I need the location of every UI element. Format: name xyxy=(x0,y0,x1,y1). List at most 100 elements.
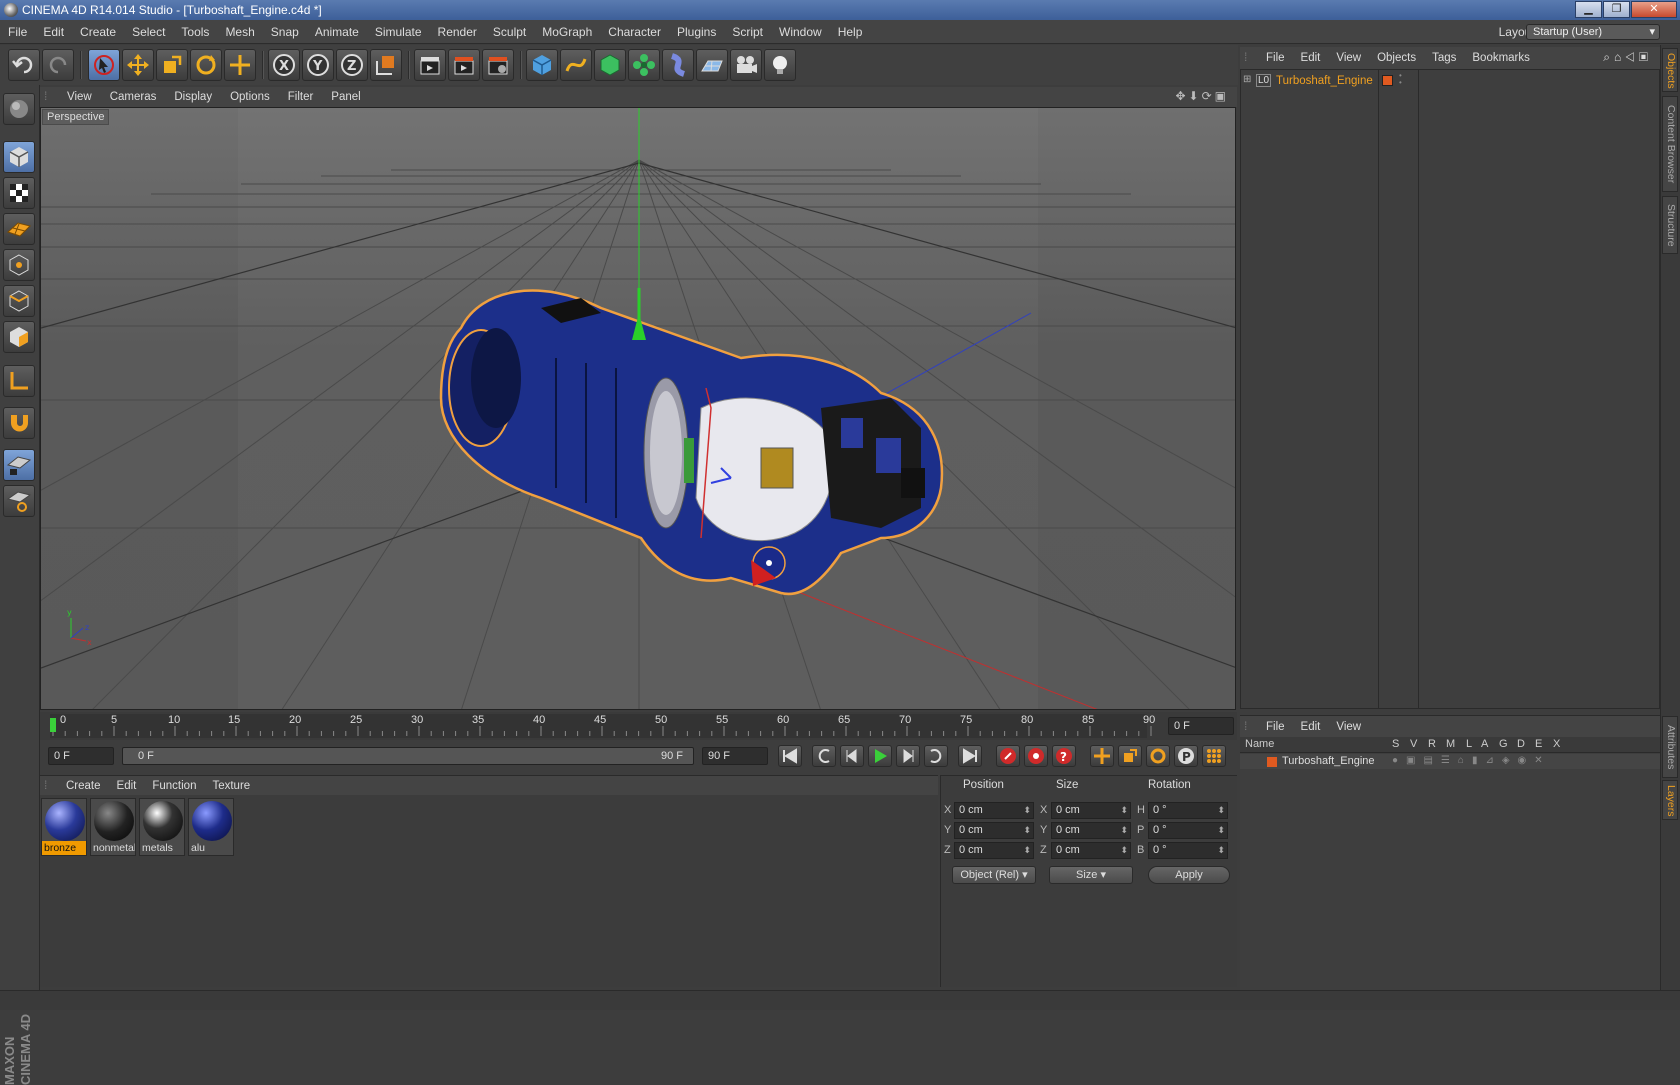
previous-key-button[interactable] xyxy=(812,745,836,767)
menu-mesh[interactable]: Mesh xyxy=(217,20,262,44)
menu-mograph[interactable]: MoGraph xyxy=(534,20,600,44)
end-frame-field[interactable]: 90 F xyxy=(702,747,768,765)
menu-plugins[interactable]: Plugins xyxy=(669,20,724,44)
menu-render[interactable]: Render xyxy=(430,20,485,44)
menu-sculpt[interactable]: Sculpt xyxy=(485,20,534,44)
material-alu[interactable]: alu xyxy=(188,798,234,856)
scale-button[interactable] xyxy=(156,49,188,81)
frame-range-slider[interactable]: 0 F 90 F xyxy=(122,747,694,765)
redo-button[interactable] xyxy=(42,49,74,81)
timeline-ruler[interactable]: 0 5 10 15 20 25 30 35 40 45 50 55 60 65 … xyxy=(40,712,1237,740)
material-bronze[interactable]: bronze xyxy=(41,798,87,856)
undo-button[interactable] xyxy=(8,49,40,81)
workplane-mode-button[interactable] xyxy=(3,213,35,245)
col-expressions[interactable]: E xyxy=(1535,738,1542,750)
material-menu-function[interactable]: Function xyxy=(144,776,204,796)
y-axis-lock-button[interactable]: Y xyxy=(302,49,334,81)
menu-snap[interactable]: Snap xyxy=(263,20,307,44)
auto-keying-button[interactable] xyxy=(1024,745,1048,767)
om-menu-file[interactable]: File xyxy=(1258,47,1293,69)
edge-mode-button[interactable] xyxy=(3,285,35,317)
maximize-button[interactable]: ❐ xyxy=(1603,1,1630,18)
key-position-button[interactable] xyxy=(1090,745,1114,767)
model-mode-button[interactable] xyxy=(3,141,35,173)
make-editable-button[interactable] xyxy=(3,93,35,125)
position-z-field[interactable]: 0 cm xyxy=(954,842,1034,859)
key-pla-button[interactable] xyxy=(1202,745,1226,767)
x-axis-lock-button[interactable]: X xyxy=(268,49,300,81)
coordinate-system-button[interactable] xyxy=(370,49,402,81)
om-menu-bookmarks[interactable]: Bookmarks xyxy=(1464,47,1538,69)
col-generators[interactable]: G xyxy=(1499,738,1508,750)
layer-color-icon[interactable] xyxy=(1267,757,1277,767)
subdivision-surface-button[interactable] xyxy=(594,49,626,81)
om-menu-tags[interactable]: Tags xyxy=(1424,47,1464,69)
3d-viewport[interactable]: y x z xyxy=(40,107,1236,710)
coordinate-mode-dropdown[interactable]: Object (Rel) ▾ xyxy=(952,866,1036,884)
col-animation[interactable]: A xyxy=(1481,738,1488,750)
om-search-icon[interactable]: ⌕⌂◁▣ xyxy=(1603,50,1652,65)
minimize-button[interactable]: ▁ xyxy=(1575,1,1602,18)
col-render[interactable]: R xyxy=(1428,738,1436,750)
render-settings-button[interactable] xyxy=(482,49,514,81)
planar-workplane-button[interactable] xyxy=(3,485,35,517)
record-keys-button[interactable] xyxy=(996,745,1020,767)
camera-button[interactable] xyxy=(730,49,762,81)
position-y-field[interactable]: 0 cm xyxy=(954,822,1034,839)
viewport-menu-cameras[interactable]: Cameras xyxy=(101,87,166,107)
material-tag-icon[interactable] xyxy=(1382,75,1393,86)
key-rotation-button[interactable] xyxy=(1146,745,1170,767)
viewport-menu-view[interactable]: View xyxy=(58,87,101,107)
layer-toggle-icons[interactable]: ●▣▤☰⌂▮⊿◈◉✕ xyxy=(1392,755,1551,766)
col-view[interactable]: V xyxy=(1410,738,1417,750)
lm-menu-file[interactable]: File xyxy=(1258,716,1293,738)
viewport-menu-display[interactable]: Display xyxy=(165,87,221,107)
tab-attributes[interactable]: Attributes xyxy=(1662,716,1678,778)
viewport-menu-panel[interactable]: Panel xyxy=(322,87,369,107)
size-x-field[interactable]: 0 cm xyxy=(1051,802,1131,819)
material-metals[interactable]: metals xyxy=(139,798,185,856)
render-picture-viewer-button[interactable] xyxy=(448,49,480,81)
axis-mode-button[interactable] xyxy=(3,365,35,397)
col-manager[interactable]: M xyxy=(1446,738,1455,750)
viewport-menu-options[interactable]: Options xyxy=(221,87,279,107)
material-nonmetal[interactable]: nonmetal xyxy=(90,798,136,856)
lm-menu-edit[interactable]: Edit xyxy=(1293,716,1329,738)
menu-character[interactable]: Character xyxy=(600,20,669,44)
previous-frame-button[interactable] xyxy=(840,745,864,767)
rotation-p-field[interactable]: 0 ° xyxy=(1148,822,1228,839)
tab-structure[interactable]: Structure xyxy=(1662,196,1678,254)
key-scale-button[interactable] xyxy=(1118,745,1142,767)
move-button[interactable] xyxy=(122,49,154,81)
z-axis-lock-button[interactable]: Z xyxy=(336,49,368,81)
material-menu-create[interactable]: Create xyxy=(58,776,109,796)
rotation-b-field[interactable]: 0 ° xyxy=(1148,842,1228,859)
point-mode-button[interactable] xyxy=(3,249,35,281)
col-locked[interactable]: L xyxy=(1466,738,1472,750)
locked-workplane-button[interactable] xyxy=(3,449,35,481)
texture-mode-button[interactable] xyxy=(3,177,35,209)
next-key-button[interactable] xyxy=(924,745,948,767)
size-mode-dropdown[interactable]: Size ▾ xyxy=(1049,866,1133,884)
spline-button[interactable] xyxy=(560,49,592,81)
om-menu-edit[interactable]: Edit xyxy=(1293,47,1329,69)
menu-edit[interactable]: Edit xyxy=(35,20,72,44)
menu-create[interactable]: Create xyxy=(72,20,124,44)
tab-layers[interactable]: Layers xyxy=(1662,780,1678,820)
viewport-nav-icons[interactable]: ✥⬇⟳▣ xyxy=(1175,89,1229,103)
menu-file[interactable]: File xyxy=(0,20,35,44)
material-menu-edit[interactable]: Edit xyxy=(109,776,145,796)
rotation-h-field[interactable]: 0 ° xyxy=(1148,802,1228,819)
next-frame-button[interactable] xyxy=(896,745,920,767)
key-parameter-button[interactable]: P xyxy=(1174,745,1198,767)
apply-button[interactable]: Apply xyxy=(1148,866,1230,884)
object-turboshaft-engine[interactable]: Turboshaft_Engine xyxy=(1276,75,1373,87)
snapping-button[interactable] xyxy=(3,407,35,439)
visibility-dots-icon[interactable]: • • xyxy=(1399,72,1402,87)
col-solo[interactable]: S xyxy=(1392,738,1399,750)
menu-simulate[interactable]: Simulate xyxy=(367,20,430,44)
deformer-button[interactable] xyxy=(662,49,694,81)
size-z-field[interactable]: 0 cm xyxy=(1051,842,1131,859)
size-y-field[interactable]: 0 cm xyxy=(1051,822,1131,839)
col-xref[interactable]: X xyxy=(1553,738,1560,750)
